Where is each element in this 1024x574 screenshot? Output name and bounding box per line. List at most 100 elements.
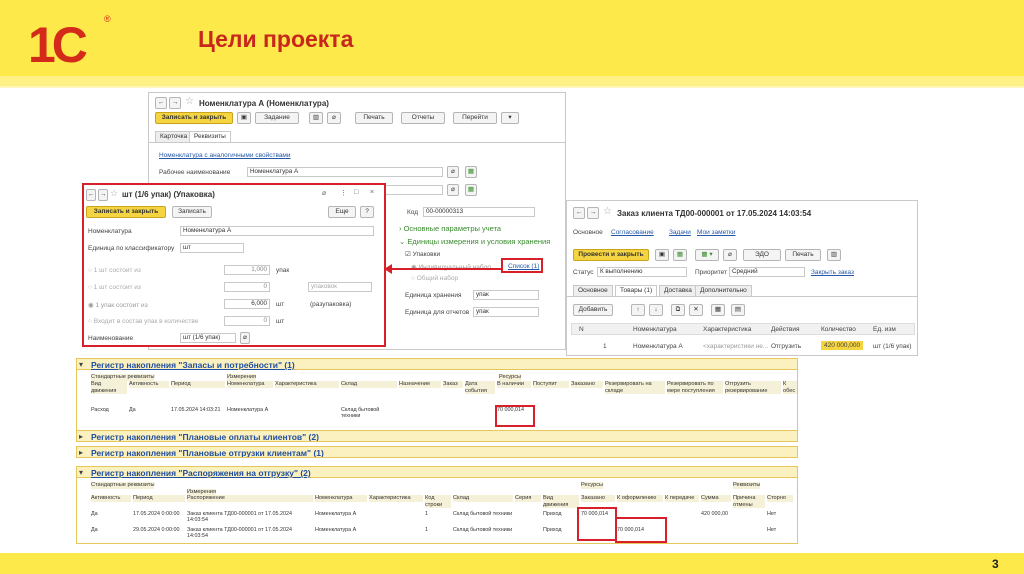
order-tab-extra[interactable]: Дополнительно	[695, 285, 752, 296]
row-select-button[interactable]: ▤	[731, 304, 745, 316]
row-fill-button[interactable]: ▦	[711, 304, 725, 316]
register-orders-toggle[interactable]: ▾	[79, 468, 83, 477]
pkg-help-button[interactable]: ?	[360, 206, 374, 218]
register-orders-title[interactable]: Регистр накопления "Распоряжения на отгр…	[91, 468, 311, 478]
order-list-button[interactable]: ▥	[827, 249, 841, 261]
common-set-radio[interactable]: ○ Общий набор	[411, 275, 458, 282]
packages-checkbox[interactable]: ☑ Упаковки	[405, 250, 440, 258]
pkg-save-button[interactable]: Записать	[172, 206, 212, 218]
reg4-row0-cell-1: 17.05.2024 0:00:00	[133, 511, 180, 517]
print-button[interactable]: Печать	[355, 112, 393, 124]
reg1-cell-1: Да	[129, 407, 136, 413]
reg4-row0-cell-2: Заказ клиента ТД00-000001 от 17.05.2024 …	[187, 511, 292, 523]
link-icon-button[interactable]: ⌀	[447, 166, 459, 178]
row-copy-button[interactable]: ⧉	[671, 304, 685, 316]
pkg-r1-text: 1 шт состоит из	[93, 267, 141, 274]
extra-menu-button[interactable]: ▾	[501, 112, 519, 124]
back-button[interactable]: ←	[155, 97, 167, 109]
pkg-nomen-field[interactable]: Номенклатура А	[180, 226, 374, 236]
task-button[interactable]: Задание	[255, 112, 299, 124]
order-forward-button[interactable]: →	[587, 207, 599, 219]
pkg-save-close-button[interactable]: Записать и закрыть	[86, 206, 166, 218]
pkg-name-field[interactable]: шт (1/6 упак)	[180, 333, 236, 343]
order-star-icon[interactable]: ☆	[603, 206, 612, 217]
order-nav-tasks[interactable]: Задачи	[669, 229, 691, 236]
row-qty[interactable]: 420 000,000	[821, 341, 864, 350]
register-stocks-title[interactable]: Регистр накопления "Запасы и потребности…	[91, 360, 295, 370]
add-row-button[interactable]: Добавить	[573, 304, 613, 316]
register-stocks-toggle[interactable]: ▾	[79, 360, 83, 369]
register-payments-title[interactable]: Регистр накопления "Плановые оплаты клие…	[91, 432, 319, 441]
order-post-icon-button[interactable]: ▦	[673, 249, 687, 261]
star-icon[interactable]: ☆	[185, 96, 194, 107]
reports-unit-field[interactable]: упак	[473, 307, 539, 317]
order-edo-button[interactable]: ЭДО	[743, 249, 781, 261]
reg4-col-11: К передаче	[665, 495, 699, 502]
pkg-more-button[interactable]: Еще	[328, 206, 356, 218]
connector-arrow	[390, 268, 502, 270]
reports-button[interactable]: Отчеты	[401, 112, 445, 124]
green-icon-button[interactable]: ▦	[465, 166, 477, 178]
row-char: <характеристики не...	[703, 343, 769, 350]
pkg-r3-field[interactable]: 6,000	[224, 299, 270, 309]
register-payments-toggle[interactable]: ▸	[79, 432, 83, 441]
pkg-menu-icon[interactable]: ⋮	[340, 189, 347, 197]
row-delete-button[interactable]: ✕	[689, 304, 703, 316]
save-close-button[interactable]: Записать и закрыть	[155, 112, 233, 124]
storage-unit-field[interactable]: упак	[473, 290, 539, 300]
footer-band	[0, 553, 1024, 574]
order-link-button[interactable]: ⌀	[723, 249, 737, 261]
logo-registered-mark: ®	[104, 14, 111, 24]
pkg-name-link-button[interactable]: ⌀	[240, 332, 250, 344]
order-tab-delivery[interactable]: Доставка	[659, 285, 697, 296]
register-shipments-toggle[interactable]: ▸	[79, 448, 83, 457]
order-tab-goods[interactable]: Товары (1)	[615, 285, 658, 296]
col-action: Действия	[771, 326, 800, 333]
units-section[interactable]: ⌄ Единицы измерения и условия хранения	[399, 237, 550, 246]
pkg-unit-field[interactable]: шт	[180, 243, 244, 253]
work-name-field[interactable]: Номенклатура А	[247, 167, 443, 177]
order-create-button[interactable]: ▦ ▾	[695, 249, 719, 261]
code-field[interactable]: 00-00000313	[423, 207, 535, 217]
save-icon-button[interactable]: ▣	[237, 112, 251, 124]
attach-icon-button[interactable]: ⌀	[327, 112, 341, 124]
priority-field[interactable]: Средний	[729, 267, 805, 277]
order-nav-approval[interactable]: Согласование	[611, 229, 654, 236]
pkg-close-icon[interactable]: ×	[370, 189, 374, 196]
list-icon-button[interactable]: ▥	[309, 112, 323, 124]
pkg-back-button[interactable]: ←	[86, 189, 96, 201]
order-tab-main[interactable]: Основное	[573, 285, 613, 296]
order-window: ← → ☆ Заказ клиента ТД00-000001 от 17.05…	[566, 200, 918, 356]
pkg-r2-unit-field[interactable]: упаковок	[308, 282, 372, 292]
pkg-forward-button[interactable]: →	[98, 189, 108, 201]
register-shipments-title[interactable]: Регистр накопления "Плановые отгрузки кл…	[91, 448, 324, 457]
order-back-button[interactable]: ←	[573, 207, 585, 219]
pkg-r4-field[interactable]: 0	[224, 316, 270, 326]
green-icon-button-2[interactable]: ▦	[465, 184, 477, 196]
row-up-button[interactable]: ↑	[631, 304, 645, 316]
reg4-row1-cell-2: Заказ клиента ТД00-000001 от 17.05.2024 …	[187, 527, 292, 539]
forward-button[interactable]: →	[169, 97, 181, 109]
status-field[interactable]: К выполнению	[597, 267, 687, 277]
reg1-cell-0: Расход	[91, 407, 109, 413]
pkg-link-icon[interactable]: ⌀	[322, 189, 326, 197]
basic-params-section[interactable]: › Основные параметры учета	[399, 224, 501, 233]
similar-properties-link[interactable]: Номенклатура с аналогичными свойствами	[159, 152, 291, 159]
order-save-icon-button[interactable]: ▣	[655, 249, 669, 261]
pkg-r2-field[interactable]: 0	[224, 282, 270, 292]
pkg-r1-field[interactable]: 1,000	[224, 265, 270, 275]
goto-button[interactable]: Перейти	[453, 112, 497, 124]
close-order-link[interactable]: Закрыть заказ	[811, 269, 854, 276]
order-nav-main[interactable]: Основное	[573, 229, 603, 236]
link-icon-button-2[interactable]: ⌀	[447, 184, 459, 196]
order-print-button[interactable]: Печать	[785, 249, 821, 261]
tab-card[interactable]: Карточка	[155, 131, 193, 142]
pkg-star-icon[interactable]: ☆	[110, 188, 118, 199]
order-nav-notes[interactable]: Мои заметки	[697, 229, 735, 236]
row-down-button[interactable]: ↓	[649, 304, 663, 316]
tab-requisites[interactable]: Реквизиты	[189, 131, 231, 142]
pkg-r1-unit: упак	[276, 267, 290, 274]
post-close-button[interactable]: Провести и закрыть	[573, 249, 649, 261]
register-shipments: ▸ Регистр накопления "Плановые отгрузки …	[76, 446, 798, 458]
pkg-maximize-icon[interactable]: □	[354, 189, 358, 196]
